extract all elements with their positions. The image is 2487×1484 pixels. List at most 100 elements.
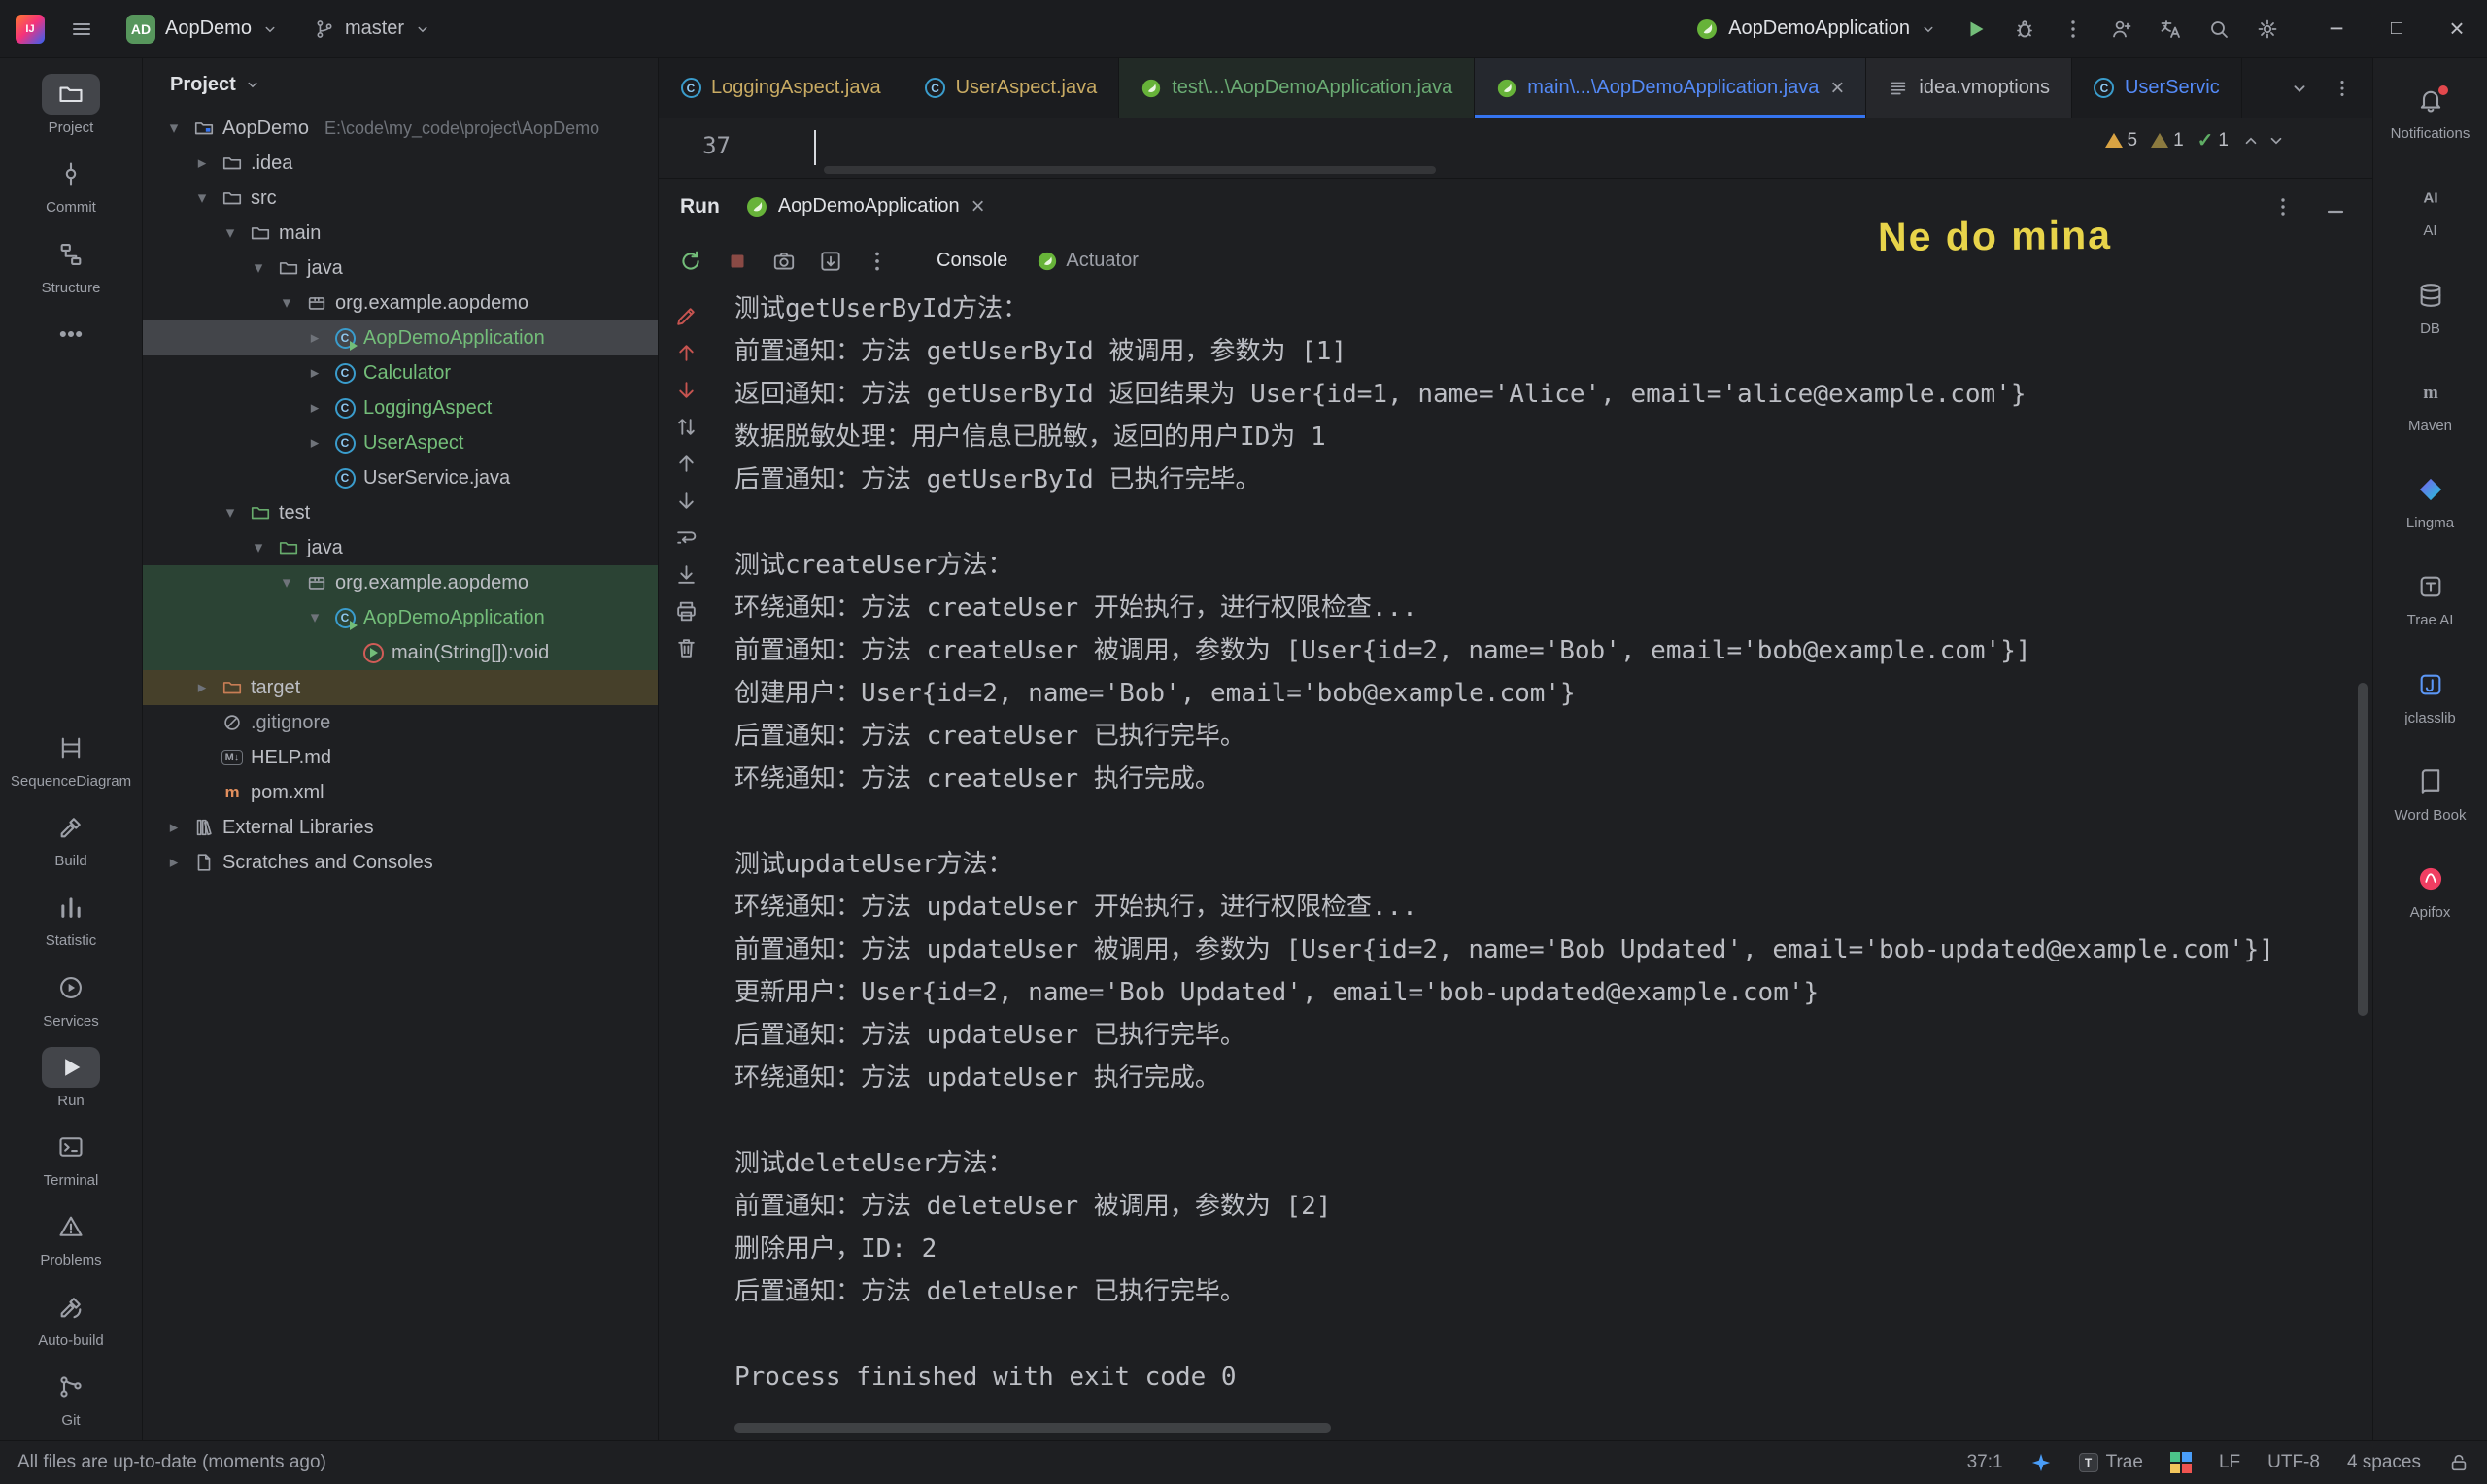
tab-options-kebab-icon[interactable]	[2332, 78, 2353, 99]
rerun-icon[interactable]	[678, 249, 703, 274]
indent-indicator[interactable]: 4 spaces	[2347, 1452, 2421, 1473]
console-scroll-end-button[interactable]	[674, 556, 698, 592]
tree-row-calculator[interactable]: ▸CCalculator	[143, 355, 658, 390]
inspection-widget[interactable]: 5 1 ✓1	[2105, 128, 2286, 152]
tree-row-java[interactable]: ▾java	[143, 530, 658, 565]
editor-tab-loggingaspect-java[interactable]: CLoggingAspect.java	[659, 58, 903, 118]
stop-icon[interactable]	[725, 249, 750, 274]
main-menu-icon[interactable]	[64, 12, 99, 47]
project-panel-header[interactable]: Project	[143, 58, 658, 111]
tree-chevron-icon[interactable]: ▾	[275, 573, 298, 592]
tree-row-gitignore[interactable]: .gitignore	[143, 705, 658, 740]
console-vertical-scrollbar[interactable]	[2358, 683, 2368, 1016]
run-content-tab[interactable]: AopDemoApplication ×	[745, 195, 985, 219]
screenshot-icon[interactable]	[771, 249, 797, 274]
tool-stripe-commit[interactable]: Commit	[0, 148, 142, 221]
console-output[interactable]: 测试getUserById方法： 前置通知：方法 getUserById 被调用…	[713, 287, 2372, 1440]
tree-row-src[interactable]: ▾src	[143, 181, 658, 216]
tree-row-pom-xml[interactable]: mpom.xml	[143, 775, 658, 810]
console-trash-button[interactable]	[674, 629, 698, 666]
dump-threads-icon[interactable]	[818, 249, 843, 274]
tree-row-scratches-and-consoles[interactable]: ▸Scratches and Consoles	[143, 845, 658, 880]
translate-icon[interactable]	[2153, 12, 2188, 47]
maximize-button[interactable]: □	[2367, 0, 2427, 58]
editor-horizontal-scrollbar[interactable]	[824, 166, 1436, 174]
tool-stripe-jclasslib[interactable]: jclasslib	[2373, 658, 2487, 732]
run-tool-label[interactable]: Run	[680, 195, 720, 219]
vcs-status-text[interactable]: All files are up-to-date (moments ago)	[17, 1452, 326, 1473]
tree-row-java[interactable]: ▾java	[143, 251, 658, 286]
console-arrow-up-button[interactable]	[674, 445, 698, 482]
prev-problem-icon[interactable]	[2242, 132, 2260, 150]
next-problem-icon[interactable]	[2267, 132, 2285, 150]
tree-chevron-icon[interactable]: ▸	[162, 853, 186, 872]
run-config-widget[interactable]: AopDemoApplication	[1687, 14, 1945, 45]
tree-chevron-icon[interactable]: ▸	[162, 818, 186, 837]
code-with-me-icon[interactable]	[2104, 12, 2139, 47]
color-grid-icon[interactable]	[2170, 1452, 2192, 1473]
run-button[interactable]	[1959, 12, 1993, 47]
show-hidden-tabs-icon[interactable]	[2289, 78, 2310, 99]
editor-tab-main-aopdemoapplication-java[interactable]: main\...\AopDemoApplication.java×	[1475, 58, 1866, 118]
tool-stripe-run[interactable]: Run	[0, 1041, 142, 1115]
tree-row-aopdemoapplication[interactable]: ▾CAopDemoApplication	[143, 600, 658, 635]
console-arrow-down-button[interactable]	[674, 482, 698, 519]
minimize-button[interactable]: −	[2306, 0, 2367, 58]
close-button[interactable]: ×	[2427, 0, 2487, 58]
console-arrow-up-button[interactable]	[674, 334, 698, 371]
trae-status[interactable]: TTrae	[2079, 1452, 2143, 1473]
tree-chevron-icon[interactable]: ▸	[190, 678, 214, 697]
tool-stripe-db[interactable]: DB	[2373, 269, 2487, 343]
hide-tool-window-icon[interactable]	[2324, 195, 2347, 219]
tool-stripe-terminal[interactable]: Terminal	[0, 1121, 142, 1195]
tree-row-userservice-java[interactable]: CUserService.java	[143, 460, 658, 495]
tree-row-useraspect[interactable]: ▸CUserAspect	[143, 425, 658, 460]
tree-row-org-example-aopdemo[interactable]: ▾org.example.aopdemo	[143, 565, 658, 600]
tree-chevron-icon[interactable]: ▸	[303, 328, 326, 348]
tool-stripe-notifications[interactable]: Notifications	[2373, 74, 2487, 148]
vcs-branch-widget[interactable]: master	[306, 14, 439, 44]
tool-stripe-git[interactable]: Git	[0, 1361, 142, 1434]
debug-button[interactable]	[2007, 12, 2042, 47]
console-swap-button[interactable]	[674, 408, 698, 445]
tree-row-idea[interactable]: ▸.idea	[143, 146, 658, 181]
tool-stripe-problems[interactable]: Problems	[0, 1200, 142, 1274]
project-widget[interactable]: AD AopDemo	[119, 11, 287, 48]
tree-chevron-icon[interactable]: ▸	[303, 363, 326, 383]
tool-stripe-trae-ai[interactable]: Trae AI	[2373, 560, 2487, 634]
more-actions-icon[interactable]	[2056, 12, 2091, 47]
tree-chevron-icon[interactable]: ▾	[247, 258, 270, 278]
tool-stripe-structure[interactable]: Structure	[0, 228, 142, 302]
tree-row-main-string-void[interactable]: main(String[]):void	[143, 635, 658, 670]
tree-chevron-icon[interactable]: ▾	[219, 223, 242, 243]
editor-tab-idea-vmoptions[interactable]: idea.vmoptions	[1866, 58, 2072, 118]
tool-stripe-lingma[interactable]: Lingma	[2373, 463, 2487, 537]
tree-row-org-example-aopdemo[interactable]: ▾org.example.aopdemo	[143, 286, 658, 320]
editor-tab-useraspect-java[interactable]: CUserAspect.java	[903, 58, 1120, 118]
tool-stripe-ai[interactable]: AIAI	[2373, 171, 2487, 245]
run-options-kebab-icon[interactable]	[2271, 195, 2295, 219]
code-editor[interactable]: 37 5 1 ✓1	[659, 118, 2372, 178]
console-horizontal-scrollbar[interactable]	[734, 1423, 1331, 1433]
tool-stripe-build[interactable]: Build	[0, 801, 142, 875]
encoding-indicator[interactable]: UTF-8	[2267, 1452, 2320, 1473]
tree-chevron-icon[interactable]: ▾	[303, 608, 326, 627]
close-tab-icon[interactable]: ×	[1830, 77, 1844, 100]
lingma-status-icon[interactable]	[2030, 1452, 2052, 1473]
caret-position[interactable]: 37:1	[1967, 1452, 2003, 1473]
toolbar-kebab-icon[interactable]	[865, 249, 890, 274]
tab-console[interactable]: Console	[937, 250, 1007, 272]
tool-stripe-services[interactable]: Services	[0, 961, 142, 1035]
console-pencil-button[interactable]	[674, 297, 698, 334]
tool-stripe-word-book[interactable]: Word Book	[2373, 756, 2487, 829]
tree-row-help-md[interactable]: M↓HELP.md	[143, 740, 658, 775]
close-run-tab-icon[interactable]: ×	[971, 195, 985, 219]
tree-chevron-icon[interactable]: ▸	[190, 153, 214, 173]
tree-chevron-icon[interactable]: ▾	[219, 503, 242, 523]
tree-row-target[interactable]: ▸target	[143, 670, 658, 705]
tree-chevron-icon[interactable]: ▾	[247, 538, 270, 557]
tool-stripe-apifox[interactable]: Apifox	[2373, 853, 2487, 927]
editor-tab-test-aopdemoapplication-java[interactable]: test\...\AopDemoApplication.java	[1119, 58, 1475, 118]
tree-row-main[interactable]: ▾main	[143, 216, 658, 251]
tree-chevron-icon[interactable]: ▾	[162, 118, 186, 138]
